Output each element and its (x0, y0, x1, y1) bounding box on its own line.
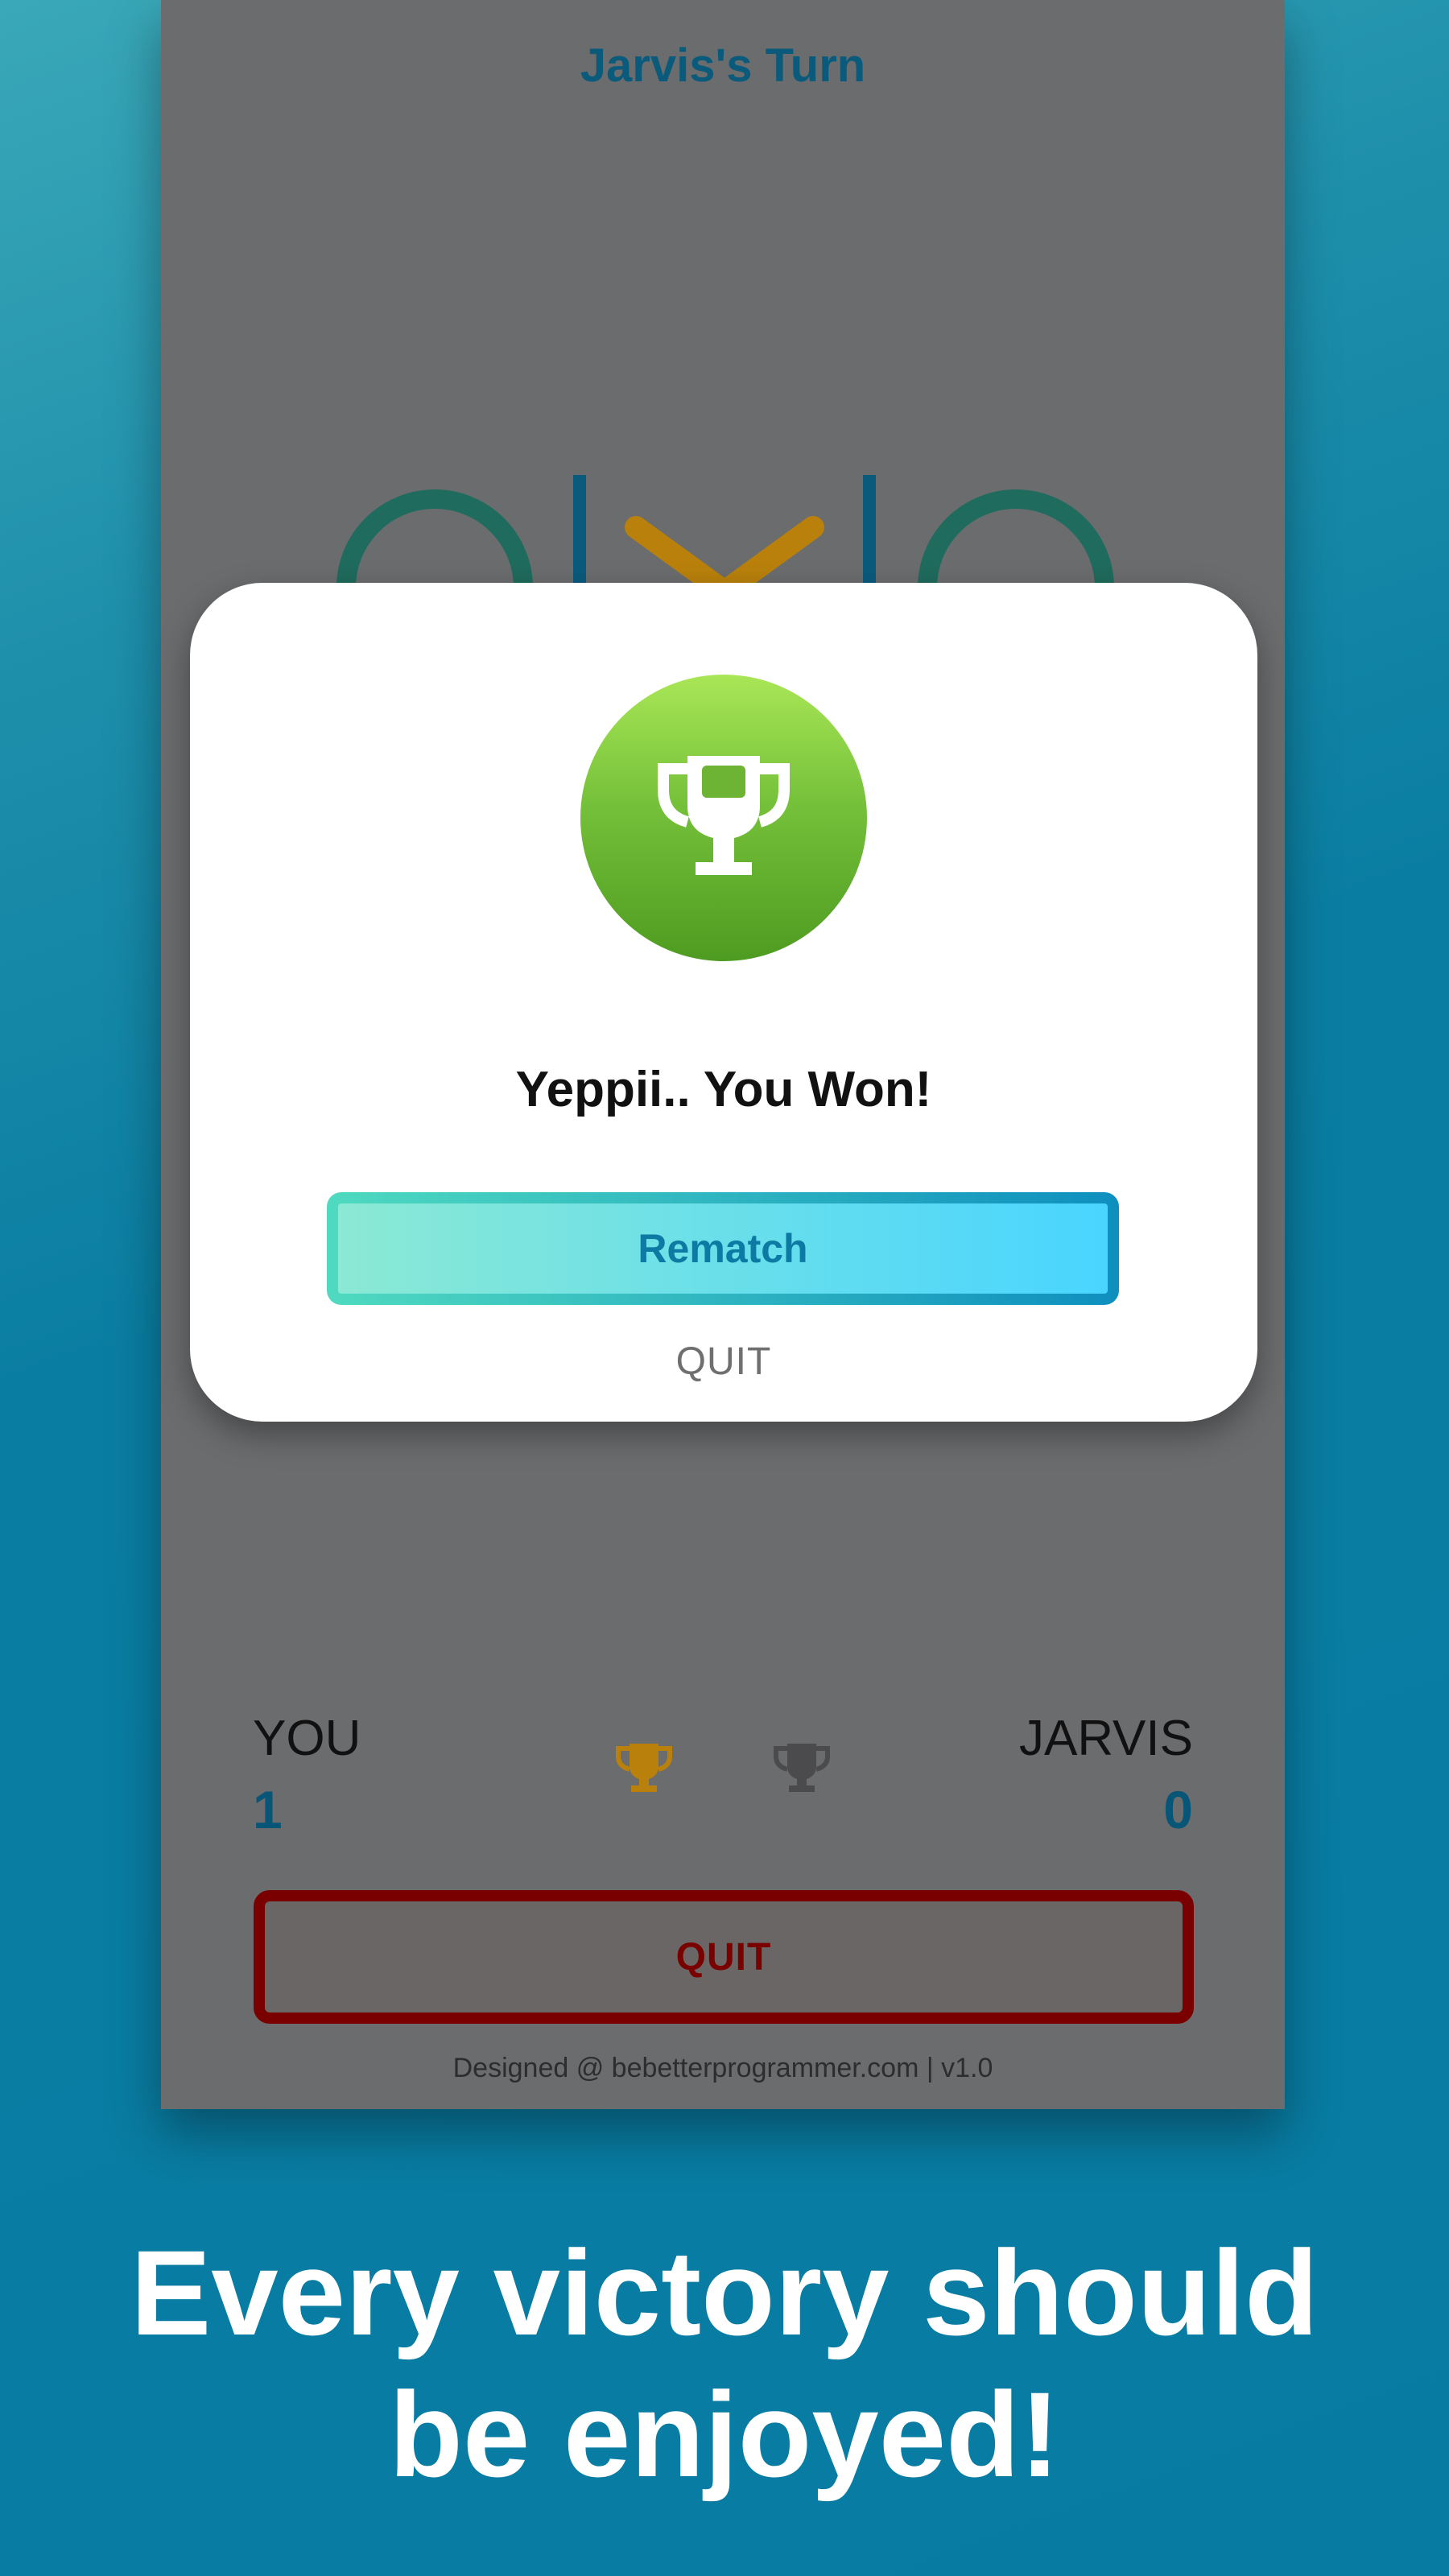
player-score: 1 (253, 1780, 283, 1839)
opponent-label: JARVIS (1019, 1711, 1193, 1766)
footer-credit: Designed @ bebetterprogrammer.com | v1.0 (452, 2053, 993, 2083)
turn-indicator: Jarvis's Turn (580, 39, 866, 92)
opponent-trophy-icon (774, 1744, 830, 1792)
tagline-line-2: be enjoyed! (389, 2367, 1060, 2502)
promo-tagline: Every victory should be enjoyed! (0, 2222, 1449, 2505)
win-message: Yeppii.. You Won! (515, 1062, 932, 1117)
x-mark (625, 516, 824, 606)
quit-game-button[interactable]: QUIT (254, 1890, 1194, 2024)
opponent-score: 0 (1163, 1780, 1193, 1839)
rematch-button[interactable]: Rematch (327, 1192, 1119, 1305)
player-label: YOU (253, 1711, 361, 1766)
trophy-icon (658, 756, 790, 875)
dialog-quit-link[interactable]: QUIT (190, 1340, 1257, 1384)
win-dialog: Yeppii.. You Won! Rematch QUIT (190, 583, 1257, 1422)
trophy-badge (580, 675, 867, 961)
tagline-line-1: Every victory should (130, 2225, 1319, 2360)
player-trophy-icon (616, 1744, 672, 1792)
